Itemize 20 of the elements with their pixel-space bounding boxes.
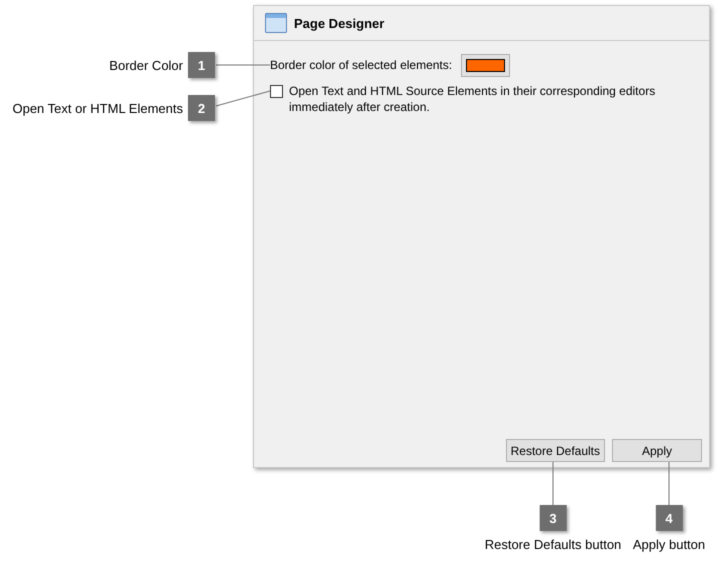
number-badge: 4 xyxy=(656,505,682,531)
callout-label: Restore Defaults button xyxy=(484,537,622,552)
window-icon xyxy=(265,13,287,33)
restore-defaults-button[interactable]: Restore Defaults xyxy=(506,439,605,462)
panel-title: Page Designer xyxy=(294,16,384,30)
leader-line xyxy=(552,462,554,506)
leader-line xyxy=(668,462,670,506)
callout-label: Apply button xyxy=(632,537,706,552)
leader-line xyxy=(216,64,270,66)
field-label: Border color of selected elements: xyxy=(270,58,452,72)
number-badge: 3 xyxy=(540,505,566,531)
color-picker-button[interactable] xyxy=(461,54,510,76)
callout-label: Border Color xyxy=(109,58,183,72)
checkbox-label: Open Text and HTML Source Elements in their corresponding editors immediately after creation. xyxy=(289,83,656,115)
number-badge: 1 xyxy=(188,52,215,78)
apply-button[interactable]: Apply xyxy=(612,439,702,462)
callout-label: Open Text or HTML Elements xyxy=(12,100,183,116)
number-badge: 2 xyxy=(188,95,215,121)
leader-line xyxy=(216,90,270,106)
checkbox[interactable] xyxy=(270,85,283,98)
